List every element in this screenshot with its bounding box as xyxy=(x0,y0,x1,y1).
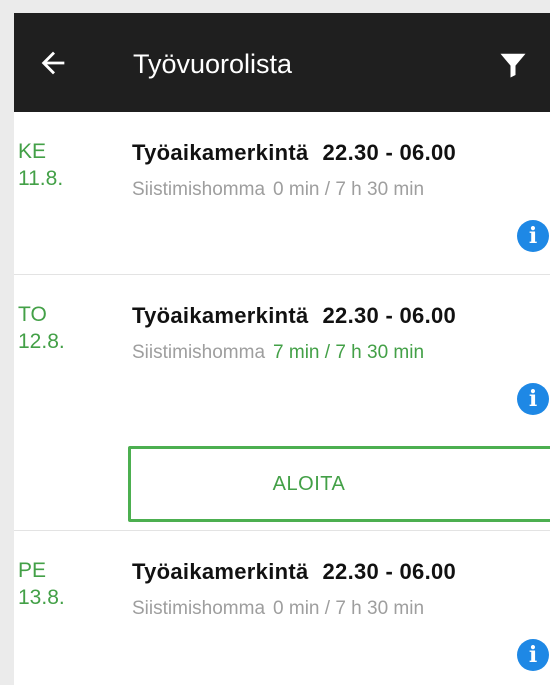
info-icon[interactable]: i xyxy=(517,220,549,252)
arrow-left-icon xyxy=(36,46,70,80)
task-name: Siistimishomma xyxy=(132,598,266,619)
entry-title: Työaikamerkintä 22.30 - 06.00 xyxy=(132,139,456,167)
date-label: 12.8. xyxy=(18,330,65,353)
start-button-label: ALOITA xyxy=(272,473,346,495)
weekday-label: PE xyxy=(18,559,47,582)
entry-type: Työaikamerkintä xyxy=(132,559,309,584)
duration-text: 7 min / 7 h 30 min xyxy=(273,342,425,363)
shift-day: TO 12.8. xyxy=(18,301,65,355)
duration-text: 0 min / 7 h 30 min xyxy=(273,598,425,619)
weekday-label: KE xyxy=(18,140,47,163)
entry-type: Työaikamerkintä xyxy=(132,303,309,328)
shift-day: KE 11.8. xyxy=(18,138,63,192)
entry-subtitle: Siistimishomma 0 min / 7 h 30 min xyxy=(132,597,424,621)
date-label: 11.8. xyxy=(18,167,64,190)
app-bar: Työvuorolista xyxy=(14,13,550,112)
filter-icon xyxy=(498,50,528,80)
shift-row-pe[interactable]: PE 13.8. Työaikamerkintä 22.30 - 06.00 Si… xyxy=(14,531,550,685)
task-name: Siistimishomma xyxy=(132,342,266,363)
entry-time: 22.30 - 06.00 xyxy=(322,140,457,165)
task-name: Siistimishomma xyxy=(132,179,266,200)
back-button[interactable] xyxy=(36,46,70,80)
app-screen: Työvuorolista KE 11.8. Työaikamerkintä 22… xyxy=(14,13,550,685)
entry-time: 22.30 - 06.00 xyxy=(322,559,457,584)
entry-type: Työaikamerkintä xyxy=(132,140,309,165)
entry-title: Työaikamerkintä 22.30 - 06.00 xyxy=(132,302,456,330)
shift-row-to[interactable]: TO 12.8. Työaikamerkintä 22.30 - 06.00 Si… xyxy=(14,275,550,531)
entry-time: 22.30 - 06.00 xyxy=(322,303,457,328)
info-icon[interactable]: i xyxy=(517,383,549,415)
entry-subtitle: Siistimishomma 0 min / 7 h 30 min xyxy=(132,178,424,202)
weekday-label: TO xyxy=(18,303,47,326)
date-label: 13.8. xyxy=(18,586,65,609)
info-icon[interactable]: i xyxy=(517,639,549,671)
shift-day: PE 13.8. xyxy=(18,557,65,611)
entry-subtitle: Siistimishomma 7 min / 7 h 30 min xyxy=(132,341,424,365)
duration-text: 0 min / 7 h 30 min xyxy=(273,179,425,200)
entry-title: Työaikamerkintä 22.30 - 06.00 xyxy=(132,558,456,586)
page-title: Työvuorolista xyxy=(133,49,293,79)
shift-row-ke[interactable]: KE 11.8. Työaikamerkintä 22.30 - 06.00 Si… xyxy=(14,112,550,275)
filter-button[interactable] xyxy=(498,50,528,80)
start-button[interactable]: ALOITA xyxy=(128,446,550,522)
